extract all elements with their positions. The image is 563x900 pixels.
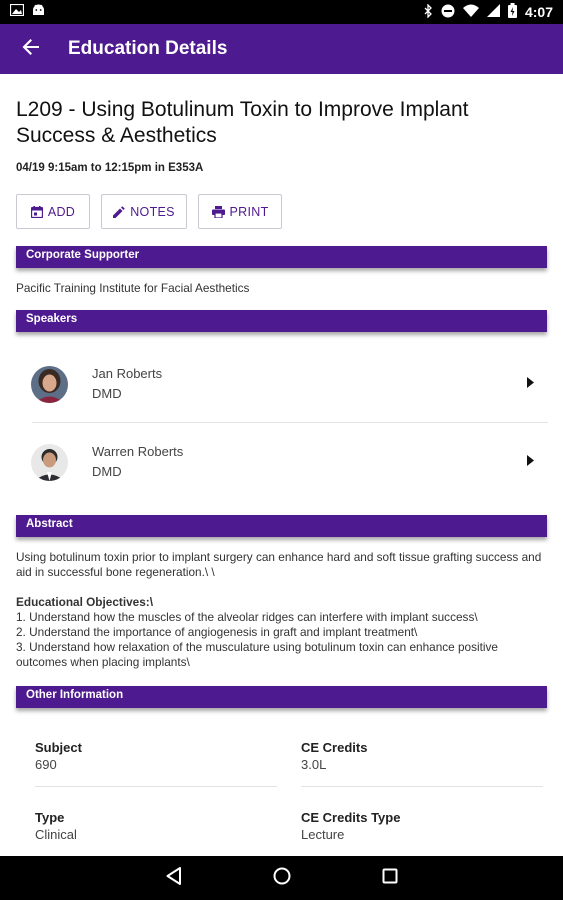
recents-square-icon[interactable] [382,868,398,889]
chevron-right-icon [527,453,534,471]
ce-credits-value: 3.0L [301,757,327,772]
corporate-supporter-header: Corporate Supporter [16,246,547,268]
speaker-row-jan-roberts[interactable]: Jan Roberts DMD [16,345,548,423]
battery-icon [507,3,517,21]
objective-item: 2. Understand the importance of angiogen… [16,625,418,639]
abstract-text: Using botulinum toxin prior to implant s… [16,550,542,579]
system-navigation-bar [0,856,563,900]
objectives-title: Educational Objectives:\ [16,595,154,609]
speaker-row-warren-roberts[interactable]: Warren Roberts DMD [16,423,548,501]
minus-circle-icon [441,4,455,21]
status-time: 4:07 [524,4,553,20]
speaker-name: Warren Roberts [92,444,184,459]
action-buttons: ADD NOTES PRINT [16,194,282,229]
printer-icon [211,205,225,218]
divider [301,786,543,787]
notes-button[interactable]: NOTES [101,194,187,229]
back-button[interactable] [0,24,62,74]
ce-credits-type-cell: CE Credits Type Lecture [301,809,541,843]
abstract-header: Abstract [16,515,547,537]
subject-cell: Subject 690 [35,739,275,773]
chevron-right-icon [527,375,534,393]
app-bar-title: Education Details [68,38,228,59]
image-notification-icon [9,3,25,21]
home-circle-icon[interactable] [273,867,291,890]
abstract-body: Using botulinum toxin prior to implant s… [16,550,546,670]
ce-credits-label: CE Credits [301,740,368,755]
avatar [31,365,68,403]
ce-credits-type-label: CE Credits Type [301,810,401,825]
corporate-supporter-value: Pacific Training Institute for Facial Ae… [16,281,250,295]
status-bar: 4:07 [0,0,563,24]
speaker-name: Jan Roberts [92,366,163,381]
signal-icon [486,4,500,20]
objective-item: 1. Understand how the muscles of the alv… [16,610,478,624]
main-content[interactable]: L209 - Using Botulinum Toxin to Improve … [0,74,563,856]
avatar [31,443,68,481]
back-triangle-icon[interactable] [166,866,182,890]
bluetooth-icon [424,2,433,21]
calendar-add-icon [30,205,43,218]
ce-credits-type-value: Lecture [301,827,345,842]
type-label: Type [35,810,65,825]
subject-value: 690 [35,757,57,772]
app-bar: Education Details [0,24,563,74]
arrow-left-icon [22,38,40,61]
add-button-label: ADD [47,204,76,219]
divider [35,786,277,787]
print-button-label: PRINT [229,204,269,219]
android-notification-icon [32,3,45,21]
add-button[interactable]: ADD [16,194,90,229]
notes-button-label: NOTES [130,204,175,219]
subject-label: Subject [35,740,82,755]
speaker-credential: DMD [92,386,122,401]
type-value: Clinical [35,827,77,842]
type-cell: Type Clinical [35,809,275,843]
speaker-credential: DMD [92,464,122,479]
ce-credits-cell: CE Credits 3.0L [301,739,541,773]
session-time: 04/19 9:15am to 12:15pm in E353A [16,162,204,174]
pencil-icon [113,205,126,218]
other-information-header: Other Information [16,686,547,708]
print-button[interactable]: PRINT [198,194,282,229]
speakers-header: Speakers [16,310,547,332]
session-title: L209 - Using Botulinum Toxin to Improve … [16,98,469,147]
wifi-icon [462,4,479,20]
objective-item: 3. Understand how relaxation of the musc… [16,640,498,669]
